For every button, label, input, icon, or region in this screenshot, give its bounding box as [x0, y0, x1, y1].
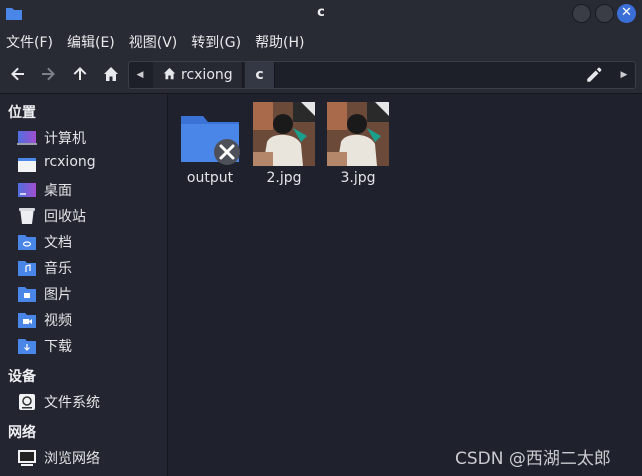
sidebar-item-label: 视频 — [44, 313, 72, 329]
pencil-icon[interactable] — [585, 66, 603, 84]
title-bar: c ✕ — [0, 0, 642, 28]
path-scroll-left-button[interactable]: ◀ — [129, 62, 151, 88]
maximize-button[interactable] — [595, 4, 614, 23]
sidebar-item-label: 下载 — [44, 339, 72, 355]
sidebar-item-label: 图片 — [44, 287, 72, 303]
sidebar-item-label: rcxiong — [44, 154, 96, 170]
path-bar: ◀ rcxiong c ▶ — [128, 61, 636, 89]
breadcrumb-home[interactable]: rcxiong — [153, 62, 243, 88]
home-icon — [104, 67, 118, 81]
desktop-icon — [18, 183, 36, 197]
sidebar-item-desktop[interactable]: 桌面 — [0, 178, 168, 202]
documents-folder-icon — [18, 235, 36, 250]
sidebar-item-computer[interactable]: 计算机 — [0, 126, 168, 150]
sidebar-item-label: 文件系统 — [44, 395, 100, 411]
file-name: output — [186, 170, 234, 186]
home-icon — [163, 67, 176, 80]
file-name: 3.jpg — [340, 170, 376, 186]
back-button[interactable] — [9, 66, 27, 84]
sidebar-item-label: 浏览网络 — [44, 451, 100, 467]
network-section-title: 网络 — [8, 425, 36, 441]
sidebar-item-label: 音乐 — [44, 261, 72, 277]
drive-icon — [19, 394, 35, 410]
sidebar-item-pictures[interactable]: 图片 — [0, 282, 168, 306]
file-item-3jpg[interactable]: 3.jpg — [326, 102, 390, 186]
arrow-right-icon — [42, 67, 55, 81]
places-section-title: 位置 — [8, 105, 36, 121]
network-icon — [18, 450, 36, 466]
menu-bar: 文件(F) 编辑(E) 视图(V) 转到(G) 帮助(H) — [0, 28, 642, 56]
file-view: output 2.jpg 3.jpg — [169, 94, 642, 476]
sidebar-item-home[interactable]: rcxiong — [0, 152, 168, 176]
videos-folder-icon — [18, 313, 36, 328]
folder-thumbnail — [179, 102, 241, 166]
menu-go[interactable]: 转到(G) — [191, 32, 241, 52]
breadcrumb-home-label: rcxiong — [181, 67, 233, 83]
home-folder-icon — [18, 158, 36, 172]
up-button[interactable] — [71, 66, 89, 84]
file-name: 2.jpg — [266, 170, 302, 186]
sidebar-item-trash[interactable]: 回收站 — [0, 204, 168, 228]
sidebar-item-music[interactable]: 音乐 — [0, 256, 168, 280]
sidebar: 位置 计算机 rcxiong 桌面 回收站 文档 音乐 图片 视频 下载 设备 … — [0, 94, 168, 476]
pictures-folder-icon — [18, 287, 36, 302]
file-item-2jpg[interactable]: 2.jpg — [252, 102, 316, 186]
sidebar-item-label: 桌面 — [44, 183, 72, 199]
sidebar-item-network[interactable]: 浏览网络 — [0, 446, 168, 470]
watermark: CSDN @西湖二太郎 — [455, 449, 611, 469]
sidebar-item-label: 回收站 — [44, 209, 86, 225]
arrow-up-icon — [73, 67, 87, 80]
arrow-left-icon — [11, 67, 24, 81]
menu-view[interactable]: 视图(V) — [129, 32, 178, 52]
home-button[interactable] — [102, 66, 120, 84]
close-button[interactable]: ✕ — [617, 4, 636, 23]
photo-icon — [327, 102, 389, 166]
breadcrumb-current[interactable]: c — [245, 62, 275, 88]
downloads-folder-icon — [18, 339, 36, 354]
path-scroll-right-button[interactable]: ▶ — [613, 62, 635, 88]
file-item-output[interactable]: output — [178, 102, 242, 186]
forward-button[interactable] — [39, 66, 57, 84]
computer-icon — [17, 131, 37, 145]
trash-icon — [19, 208, 35, 224]
sidebar-item-videos[interactable]: 视频 — [0, 308, 168, 332]
sidebar-item-label: 文档 — [44, 235, 72, 251]
sidebar-item-filesystem[interactable]: 文件系统 — [0, 390, 168, 414]
menu-help[interactable]: 帮助(H) — [255, 32, 304, 52]
image-thumbnail — [327, 102, 389, 166]
image-thumbnail — [253, 102, 315, 166]
photo-icon — [253, 102, 315, 166]
menu-edit[interactable]: 编辑(E) — [67, 32, 115, 52]
menu-file[interactable]: 文件(F) — [6, 32, 53, 52]
devices-section-title: 设备 — [8, 369, 36, 385]
minimize-button[interactable] — [572, 4, 591, 23]
sidebar-item-downloads[interactable]: 下载 — [0, 334, 168, 358]
window-title: c — [317, 5, 325, 20]
music-folder-icon — [18, 261, 36, 276]
sidebar-item-label: 计算机 — [44, 131, 86, 147]
folder-icon — [181, 116, 240, 165]
sidebar-item-documents[interactable]: 文档 — [0, 230, 168, 254]
